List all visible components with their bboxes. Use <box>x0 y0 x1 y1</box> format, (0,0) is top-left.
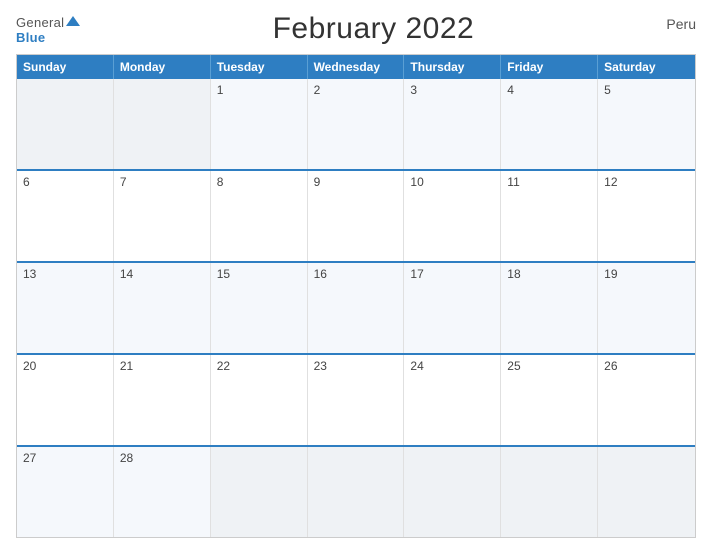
header: General Blue February 2022 Peru <box>16 12 696 46</box>
calendar-cell: 17 <box>404 263 501 353</box>
logo-triangle-icon <box>66 16 80 26</box>
calendar-cell: 23 <box>308 355 405 445</box>
calendar-cell: 13 <box>17 263 114 353</box>
calendar-body: 1234567891011121314151617181920212223242… <box>17 79 695 537</box>
calendar-cell <box>404 447 501 537</box>
day-number: 22 <box>217 359 301 373</box>
calendar-cell <box>598 447 695 537</box>
calendar-cell: 10 <box>404 171 501 261</box>
calendar: SundayMondayTuesdayWednesdayThursdayFrid… <box>16 54 696 538</box>
day-number: 20 <box>23 359 107 373</box>
day-number: 7 <box>120 175 204 189</box>
header-day-thursday: Thursday <box>404 55 501 79</box>
day-number: 19 <box>604 267 689 281</box>
page: General Blue February 2022 Peru SundayMo… <box>0 0 712 550</box>
day-number: 27 <box>23 451 107 465</box>
calendar-cell: 9 <box>308 171 405 261</box>
calendar-cell: 15 <box>211 263 308 353</box>
calendar-cell: 14 <box>114 263 211 353</box>
calendar-cell: 22 <box>211 355 308 445</box>
logo-blue-text: Blue <box>16 31 45 44</box>
calendar-cell <box>17 79 114 169</box>
calendar-cell: 1 <box>211 79 308 169</box>
header-day-sunday: Sunday <box>17 55 114 79</box>
calendar-week-4: 20 21 22 23 24 25 26 <box>17 355 695 447</box>
calendar-title: February 2022 <box>273 12 475 46</box>
calendar-cell: 16 <box>308 263 405 353</box>
calendar-cell: 19 <box>598 263 695 353</box>
calendar-cell: 7 <box>114 171 211 261</box>
header-day-monday: Monday <box>114 55 211 79</box>
calendar-header: SundayMondayTuesdayWednesdayThursdayFrid… <box>17 55 695 79</box>
header-day-saturday: Saturday <box>598 55 695 79</box>
calendar-cell <box>501 447 598 537</box>
day-number: 1 <box>217 83 301 97</box>
day-number: 2 <box>314 83 398 97</box>
calendar-cell <box>308 447 405 537</box>
day-number: 15 <box>217 267 301 281</box>
calendar-cell: 2 <box>308 79 405 169</box>
calendar-cell <box>211 447 308 537</box>
calendar-cell: 6 <box>17 171 114 261</box>
day-number: 18 <box>507 267 591 281</box>
day-number: 25 <box>507 359 591 373</box>
calendar-cell: 12 <box>598 171 695 261</box>
day-number: 17 <box>410 267 494 281</box>
calendar-week-1: 12345 <box>17 79 695 171</box>
header-day-wednesday: Wednesday <box>308 55 405 79</box>
calendar-cell: 11 <box>501 171 598 261</box>
day-number: 14 <box>120 267 204 281</box>
calendar-cell: 24 <box>404 355 501 445</box>
day-number: 9 <box>314 175 398 189</box>
calendar-cell: 26 <box>598 355 695 445</box>
day-number: 11 <box>507 175 591 189</box>
calendar-cell: 28 <box>114 447 211 537</box>
day-number: 21 <box>120 359 204 373</box>
logo-general-text: General <box>16 15 80 31</box>
calendar-cell: 20 <box>17 355 114 445</box>
day-number: 23 <box>314 359 398 373</box>
day-number: 13 <box>23 267 107 281</box>
day-number: 5 <box>604 83 689 97</box>
day-number: 10 <box>410 175 494 189</box>
calendar-cell: 21 <box>114 355 211 445</box>
day-number: 8 <box>217 175 301 189</box>
day-number: 12 <box>604 175 689 189</box>
logo: General Blue <box>16 15 80 44</box>
day-number: 4 <box>507 83 591 97</box>
day-number: 16 <box>314 267 398 281</box>
calendar-week-5: 27 28 <box>17 447 695 537</box>
day-number: 3 <box>410 83 494 97</box>
calendar-cell: 25 <box>501 355 598 445</box>
day-number: 6 <box>23 175 107 189</box>
calendar-week-2: 6789 10 11 12 <box>17 171 695 263</box>
calendar-cell: 4 <box>501 79 598 169</box>
calendar-cell <box>114 79 211 169</box>
calendar-cell: 8 <box>211 171 308 261</box>
calendar-cell: 3 <box>404 79 501 169</box>
day-number: 24 <box>410 359 494 373</box>
calendar-cell: 18 <box>501 263 598 353</box>
day-number: 26 <box>604 359 689 373</box>
calendar-cell: 5 <box>598 79 695 169</box>
header-day-tuesday: Tuesday <box>211 55 308 79</box>
country-label: Peru <box>666 16 696 32</box>
calendar-week-3: 13 14 15 16 17 18 19 <box>17 263 695 355</box>
header-day-friday: Friday <box>501 55 598 79</box>
calendar-cell: 27 <box>17 447 114 537</box>
day-number: 28 <box>120 451 204 465</box>
